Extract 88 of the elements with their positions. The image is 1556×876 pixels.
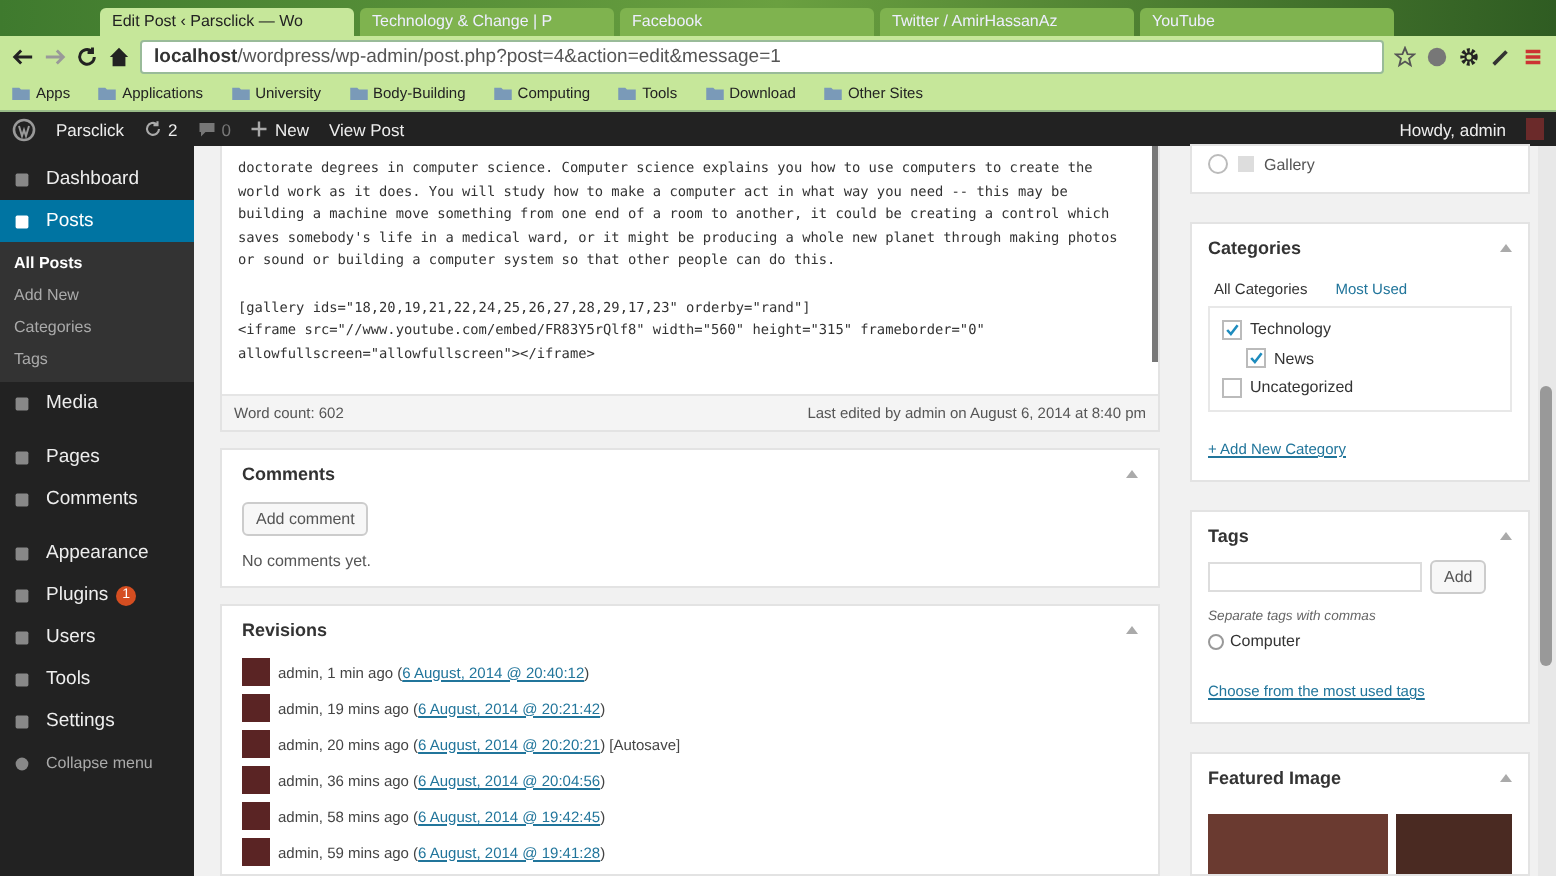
submenu-item[interactable]: Add New (0, 280, 194, 312)
format-label: Gallery (1264, 155, 1315, 174)
plus-icon (250, 120, 269, 138)
tag-input[interactable] (1208, 562, 1422, 592)
extension-icon[interactable] (1426, 45, 1448, 67)
folder-icon (231, 86, 250, 100)
speech-bubble-icon (197, 120, 216, 138)
settings-icon[interactable] (1458, 45, 1480, 67)
menu-icon[interactable] (1522, 45, 1544, 67)
collapse-toggle-icon[interactable] (1500, 532, 1512, 540)
checkbox[interactable] (1222, 319, 1242, 340)
menu-item[interactable]: Pages (0, 436, 194, 478)
add-comment-button[interactable]: Add comment (242, 502, 369, 536)
menu-item[interactable]: Tools (0, 658, 194, 700)
submenu-item[interactable]: All Posts (0, 248, 194, 280)
collapse-toggle-icon[interactable] (1126, 470, 1138, 478)
wordpress-logo-icon[interactable] (12, 117, 36, 141)
collapse-menu-button[interactable]: Collapse menu (0, 742, 194, 784)
avatar-icon (242, 802, 270, 830)
site-name-link[interactable]: Parsclick (56, 119, 125, 139)
photo-placeholder (1395, 814, 1512, 874)
submenu-item[interactable]: Categories (0, 312, 194, 344)
browser-tab[interactable]: Edit Post ‹ Parsclick — Wo (100, 8, 354, 36)
avatar-icon (242, 658, 270, 686)
view-post-link[interactable]: View Post (329, 119, 405, 139)
forward-arrow-icon[interactable] (44, 45, 66, 67)
submenu-item[interactable]: Tags (0, 344, 194, 376)
square-icon (14, 213, 30, 229)
folder-icon (98, 86, 117, 100)
square-icon (14, 395, 30, 411)
folder-icon (705, 86, 724, 100)
menu-item[interactable]: Settings (0, 700, 194, 742)
square-icon (14, 449, 30, 465)
menu-item[interactable]: Posts (0, 200, 194, 242)
account-link[interactable]: Howdy, admin (1399, 119, 1506, 139)
square-icon (14, 545, 30, 561)
category-label: News (1274, 349, 1315, 368)
panel-title: Tags (1208, 526, 1249, 546)
radio-button[interactable] (1208, 154, 1228, 175)
category-label: Uncategorized (1250, 378, 1354, 397)
gallery-icon (1238, 156, 1254, 173)
wand-icon[interactable] (1490, 45, 1512, 67)
panel-title: Comments (242, 464, 336, 484)
avatar-icon (242, 730, 270, 758)
add-tag-button[interactable]: Add (1430, 560, 1487, 594)
checkbox[interactable] (1246, 348, 1266, 369)
square-icon (14, 713, 30, 729)
avatar-icon (242, 766, 270, 794)
menu-item[interactable]: Dashboard (0, 158, 194, 200)
checkbox[interactable] (1222, 377, 1242, 398)
updates-link[interactable]: 2 (144, 119, 178, 139)
empty-comments-text: No comments yet. (242, 552, 373, 570)
square-icon (14, 171, 30, 187)
avatar-icon (1526, 118, 1544, 140)
home-icon[interactable] (108, 45, 130, 67)
folder-icon (823, 86, 842, 100)
collapse-toggle-icon[interactable] (1500, 243, 1512, 251)
folder-icon (349, 86, 367, 100)
address-bar[interactable]: localhost/wordpress/wp-admin/post.php?post=4&action=edit&message=1 (140, 39, 1384, 73)
avatar-icon (242, 838, 270, 866)
menu-item[interactable]: Comments (0, 478, 194, 520)
star-icon[interactable] (1394, 45, 1416, 67)
menu-item[interactable]: Appearance (0, 532, 194, 574)
square-icon (14, 587, 30, 603)
circle-icon (14, 755, 30, 771)
folder-icon (493, 86, 512, 100)
category-label: Technology (1250, 320, 1331, 339)
square-icon (14, 671, 30, 687)
reload-icon[interactable] (76, 45, 98, 67)
avatar-icon (242, 694, 270, 722)
comments-count-link[interactable]: 0 (197, 119, 231, 139)
new-link[interactable]: New (250, 119, 309, 139)
square-icon (14, 491, 30, 507)
panel-title: Featured Image (1208, 768, 1342, 788)
menu-item[interactable]: Users (0, 616, 194, 658)
remove-tag-icon[interactable] (1208, 633, 1224, 649)
tag-label: Computer (1230, 632, 1301, 650)
collapse-toggle-icon[interactable] (1126, 626, 1138, 634)
refresh-icon (144, 120, 163, 138)
panel-title: Categories (1208, 237, 1302, 257)
panel-title: Revisions (242, 620, 328, 640)
square-icon (14, 629, 30, 645)
folder-icon (12, 86, 30, 100)
folder-icon (618, 86, 637, 100)
collapse-toggle-icon[interactable] (1500, 774, 1512, 782)
menu-item[interactable]: Media (0, 382, 194, 424)
scrollbar-thumb[interactable] (1540, 386, 1552, 666)
back-arrow-icon[interactable] (12, 45, 34, 67)
